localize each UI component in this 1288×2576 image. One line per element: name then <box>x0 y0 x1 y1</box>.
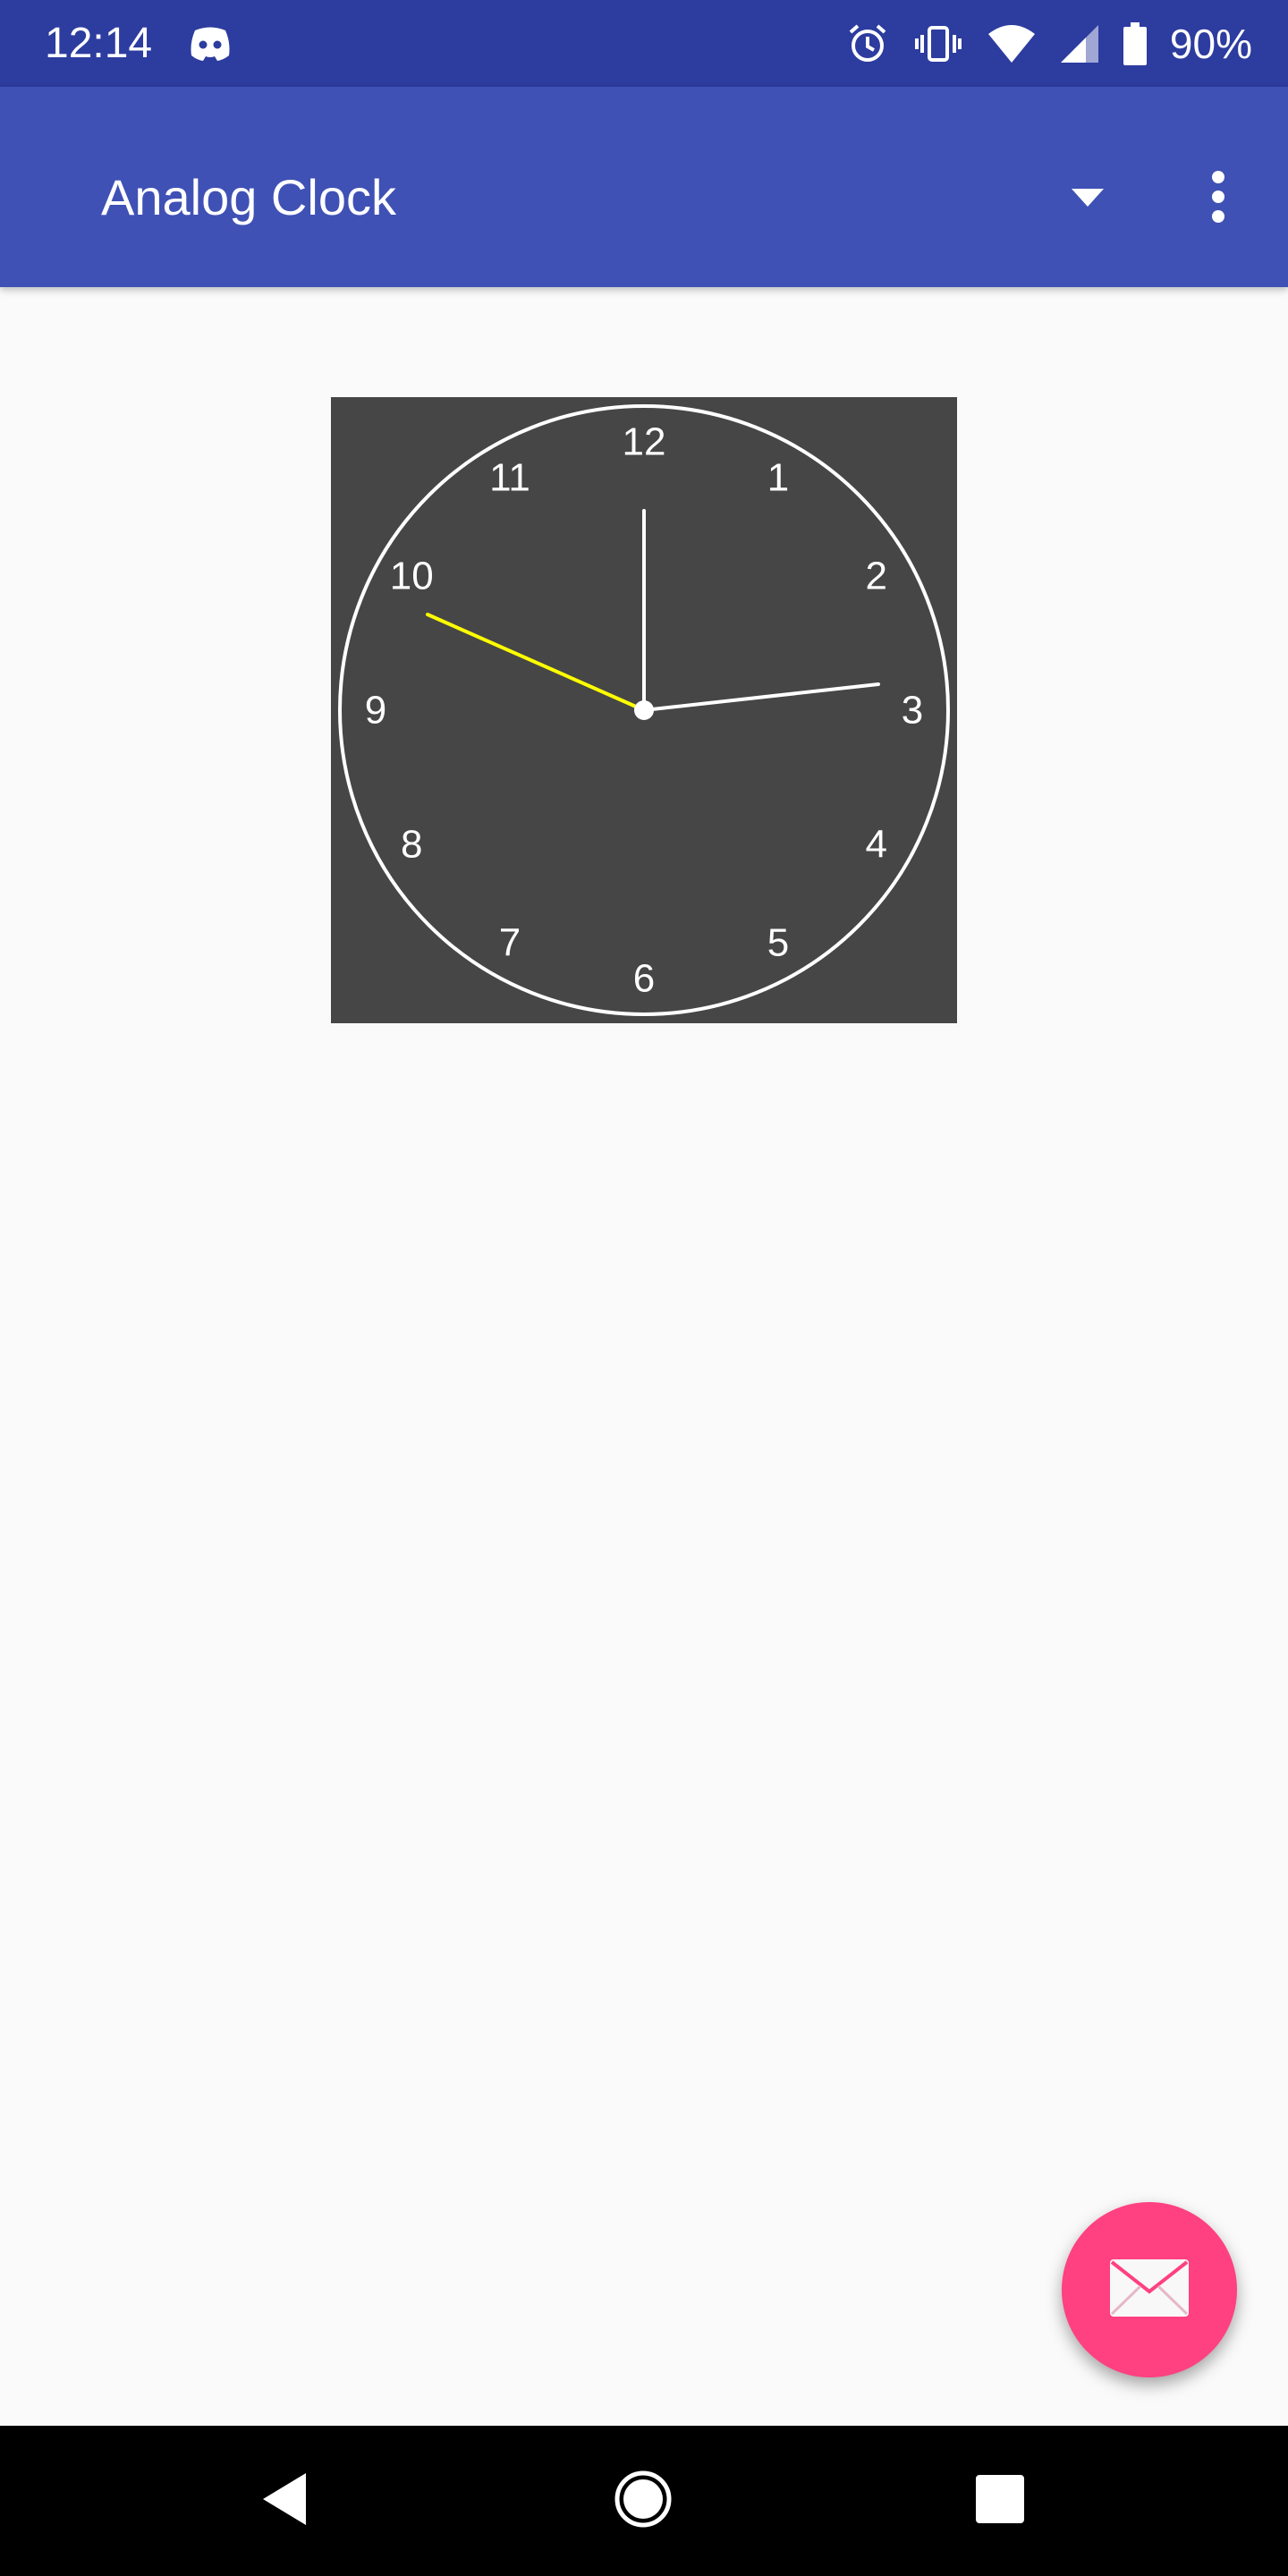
clock-numeral: 12 <box>623 420 666 464</box>
clock-numeral: 10 <box>390 555 434 598</box>
clock-numeral: 11 <box>489 456 530 500</box>
clock-numeral: 6 <box>633 957 655 1001</box>
recents-icon <box>976 2474 1024 2528</box>
wifi-icon <box>987 23 1036 64</box>
vibrate-icon <box>912 22 964 65</box>
back-icon <box>259 2471 309 2531</box>
home-icon <box>614 2470 673 2533</box>
status-bar: 12:14 90% <box>0 0 1288 87</box>
second-hand <box>426 613 646 712</box>
clock-center-dot <box>634 700 654 720</box>
navigation-bar <box>0 2426 1288 2576</box>
clock-numeral: 7 <box>499 920 521 964</box>
clock-numeral: 9 <box>365 689 386 733</box>
analog-clock: 12 1 2 3 4 5 6 7 8 9 10 11 <box>331 397 957 1023</box>
clock-numeral: 3 <box>902 689 923 733</box>
battery-icon <box>1123 22 1147 65</box>
more-vert-icon <box>1211 170 1225 227</box>
clock-numeral: 1 <box>767 456 789 500</box>
mail-icon <box>1110 2258 1189 2321</box>
clock-numeral: 2 <box>866 555 887 598</box>
dropdown-arrow-icon <box>1072 188 1104 211</box>
alarm-icon <box>846 22 889 65</box>
clock-face: 121234567891011 <box>338 404 950 1016</box>
dropdown-button[interactable] <box>1055 174 1120 225</box>
overflow-menu-button[interactable] <box>1191 165 1245 232</box>
clock-numeral: 4 <box>866 823 887 867</box>
battery-percent: 90% <box>1169 21 1252 67</box>
home-button[interactable] <box>598 2456 688 2546</box>
discord-icon <box>188 25 233 63</box>
status-time: 12:14 <box>45 20 153 67</box>
app-bar: Analog Clock <box>0 87 1288 287</box>
signal-icon <box>1059 23 1100 64</box>
recents-button[interactable] <box>955 2456 1045 2546</box>
page-title: Analog Clock <box>101 169 396 225</box>
compose-mail-button[interactable] <box>1062 2202 1237 2377</box>
clock-numeral: 5 <box>767 920 789 964</box>
hour-hand <box>642 682 880 712</box>
clock-numeral: 8 <box>401 823 422 867</box>
back-button[interactable] <box>240 2456 329 2546</box>
